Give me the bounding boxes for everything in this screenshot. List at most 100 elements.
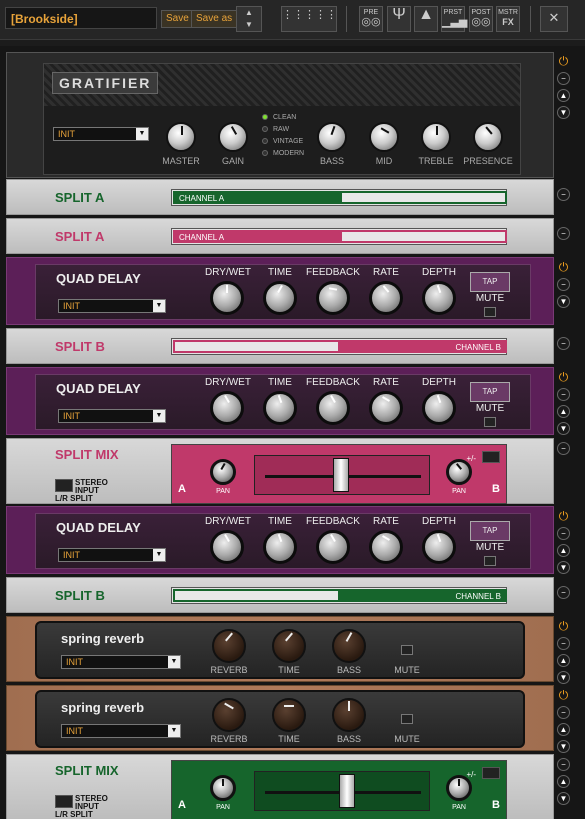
move-up-icon[interactable]: ▲ <box>557 544 570 557</box>
time-knob[interactable] <box>263 281 297 315</box>
preset-name-field[interactable]: [Brookside] <box>5 7 157 29</box>
mode-clean[interactable]: CLEAN <box>262 114 296 121</box>
minus-icon[interactable]: − <box>557 388 570 401</box>
power-icon[interactable]: ⏻ <box>557 620 570 633</box>
post-button[interactable]: POST ◎◎ <box>469 6 493 32</box>
stereo-input-toggle[interactable]: STEREO INPUT L/R SPLIT <box>55 795 114 819</box>
move-down-icon[interactable]: ▼ <box>557 295 570 308</box>
power-icon[interactable]: ⏻ <box>557 261 570 274</box>
presence-knob[interactable] <box>473 122 503 152</box>
mute-toggle[interactable] <box>401 714 413 724</box>
mode-modern[interactable]: MODERN <box>262 150 304 157</box>
move-down-icon[interactable]: ▼ <box>557 671 570 684</box>
power-icon[interactable]: ⏻ <box>557 55 570 68</box>
minus-icon[interactable]: − <box>557 442 570 455</box>
channel-b-half[interactable] <box>340 230 507 243</box>
dry-wet-knob[interactable] <box>210 530 244 564</box>
invert-toggle[interactable] <box>482 451 500 463</box>
move-down-icon[interactable]: ▼ <box>557 561 570 574</box>
mute-toggle[interactable] <box>401 645 413 655</box>
move-down-icon[interactable]: ▼ <box>557 422 570 435</box>
move-down-icon[interactable]: ▼ <box>557 792 570 805</box>
move-up-icon[interactable]: ▲ <box>557 89 570 102</box>
feedback-knob[interactable] <box>316 530 350 564</box>
stepper-down-icon[interactable]: ▼ <box>237 19 261 31</box>
move-down-icon[interactable]: ▼ <box>557 106 570 119</box>
reverb-knob[interactable] <box>212 698 246 732</box>
split-balance-bar[interactable]: CHANNEL A <box>171 189 507 206</box>
rate-knob[interactable] <box>369 281 403 315</box>
reverb-knob[interactable] <box>212 629 246 663</box>
time-knob[interactable] <box>263 391 297 425</box>
tap-button[interactable]: TAP <box>470 272 510 292</box>
mixer-icon-button[interactable]: ⋮⋮⋮⋮⋮ <box>281 6 337 32</box>
minus-icon[interactable]: − <box>557 227 570 240</box>
mute-toggle[interactable] <box>484 556 496 566</box>
channel-a-half[interactable]: CHANNEL A <box>173 230 340 243</box>
mute-toggle[interactable] <box>484 417 496 427</box>
tap-button[interactable]: TAP <box>470 382 510 402</box>
bass-knob[interactable] <box>332 629 366 663</box>
reverb-preset-select[interactable]: INIT ▼ <box>61 655 181 669</box>
pan-a-knob[interactable] <box>210 459 236 485</box>
reverb-preset-select[interactable]: INIT ▼ <box>61 724 181 738</box>
minus-icon[interactable]: − <box>557 278 570 291</box>
rate-knob[interactable] <box>369 530 403 564</box>
delay-preset-select[interactable]: INIT ▼ <box>58 299 166 313</box>
minus-icon[interactable]: − <box>557 72 570 85</box>
dry-wet-knob[interactable] <box>210 281 244 315</box>
depth-knob[interactable] <box>422 391 456 425</box>
time-knob[interactable] <box>263 530 297 564</box>
stereo-switch[interactable] <box>55 795 73 808</box>
depth-knob[interactable] <box>422 530 456 564</box>
feedback-knob[interactable] <box>316 391 350 425</box>
channel-a-half[interactable] <box>173 589 340 602</box>
mute-toggle[interactable] <box>484 307 496 317</box>
minus-icon[interactable]: − <box>557 586 570 599</box>
invert-toggle[interactable] <box>482 767 500 779</box>
channel-b-half[interactable]: CHANNEL B <box>340 340 507 353</box>
master-knob[interactable] <box>166 122 196 152</box>
move-down-icon[interactable]: ▼ <box>557 740 570 753</box>
bass-knob[interactable] <box>317 122 347 152</box>
fader-handle[interactable] <box>339 774 355 808</box>
split-balance-bar[interactable]: CHANNEL B <box>171 338 507 355</box>
split-balance-bar[interactable]: CHANNEL A <box>171 228 507 245</box>
metronome-button[interactable]: ▲ <box>414 6 438 32</box>
prst-button[interactable]: PRST ▁▃▅ <box>441 6 467 32</box>
minus-icon[interactable]: − <box>557 637 570 650</box>
dry-wet-knob[interactable] <box>210 391 244 425</box>
channel-b-half[interactable] <box>340 191 507 204</box>
move-up-icon[interactable]: ▲ <box>557 654 570 667</box>
minus-icon[interactable]: − <box>557 758 570 771</box>
fader-handle[interactable] <box>333 458 349 492</box>
minus-icon[interactable]: − <box>557 188 570 201</box>
stereo-switch[interactable] <box>55 479 73 492</box>
power-icon[interactable]: ⏻ <box>557 510 570 523</box>
channel-a-half[interactable]: CHANNEL A <box>173 191 340 204</box>
feedback-knob[interactable] <box>316 281 350 315</box>
stereo-input-toggle[interactable]: STEREO INPUT L/R SPLIT <box>55 479 114 503</box>
pan-a-knob[interactable] <box>210 775 236 801</box>
channel-b-half[interactable]: CHANNEL B <box>340 589 507 602</box>
move-up-icon[interactable]: ▲ <box>557 405 570 418</box>
move-up-icon[interactable]: ▲ <box>557 775 570 788</box>
power-icon[interactable]: ⏻ <box>557 689 570 702</box>
rate-knob[interactable] <box>369 391 403 425</box>
pre-button[interactable]: PRE ◎◎ <box>359 6 383 32</box>
bass-knob[interactable] <box>332 698 366 732</box>
close-icon[interactable]: ✕ <box>540 6 568 32</box>
save-as-button[interactable]: Save as <box>191 10 238 28</box>
save-button[interactable]: Save <box>161 10 194 28</box>
channel-a-half[interactable] <box>173 340 340 353</box>
split-balance-bar[interactable]: CHANNEL B <box>171 587 507 604</box>
delay-preset-select[interactable]: INIT ▼ <box>58 409 166 423</box>
mid-knob[interactable] <box>369 122 399 152</box>
tap-button[interactable]: TAP <box>470 521 510 541</box>
master-fx-button[interactable]: MSTR FX <box>496 6 520 32</box>
move-up-icon[interactable]: ▲ <box>557 723 570 736</box>
minus-icon[interactable]: − <box>557 706 570 719</box>
stepper-up-icon[interactable]: ▲ <box>237 7 261 19</box>
depth-knob[interactable] <box>422 281 456 315</box>
time-knob[interactable] <box>272 698 306 732</box>
